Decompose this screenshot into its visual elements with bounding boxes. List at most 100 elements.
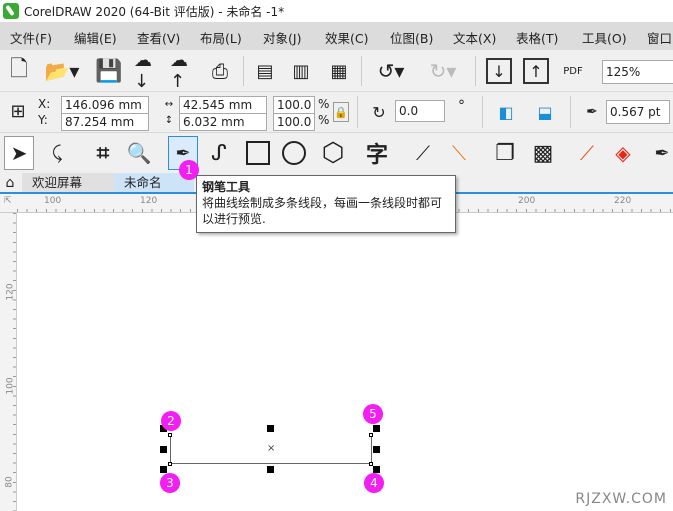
curve-node[interactable] <box>369 433 373 437</box>
pick-tool-icon[interactable]: ➤ <box>4 136 34 170</box>
curve-segment[interactable] <box>170 435 171 464</box>
connector-tool-icon[interactable]: ⟍ <box>444 137 474 169</box>
width-icon: ↔ <box>164 98 174 110</box>
open-folder-icon[interactable]: 📂▾ <box>42 58 82 84</box>
menu-table[interactable]: 表格(T) <box>516 28 558 47</box>
selection-handle[interactable] <box>267 425 274 432</box>
crop-tool-icon[interactable]: ⌗ <box>88 137 118 169</box>
copy-icon[interactable]: ▥ <box>288 58 314 84</box>
outline-width-field[interactable]: 0.567 pt <box>606 100 670 124</box>
tooltip-title: 钢笔工具 <box>202 180 251 194</box>
separator <box>475 56 476 86</box>
tooltip-body: 将曲线绘制成多条线段，每画一条线段时都可以进行预览. <box>202 196 443 226</box>
selection-handle[interactable] <box>373 425 380 432</box>
step-badge: 5 <box>363 404 383 424</box>
rectangle-tool-icon[interactable] <box>246 141 270 165</box>
separator <box>243 56 244 86</box>
menu-layout[interactable]: 布局(L) <box>200 28 242 47</box>
height-icon: ↕ <box>164 114 174 126</box>
menu-window[interactable]: 窗口 <box>647 28 672 47</box>
separator <box>357 96 358 128</box>
selection-handle[interactable] <box>373 446 380 453</box>
interactive-fill-tool-icon[interactable]: ◈ <box>608 137 638 169</box>
ellipse-tool-icon[interactable] <box>282 141 306 165</box>
cloud-upload-icon[interactable]: ☁↑ <box>170 50 196 92</box>
height-field[interactable]: 6.032 mm <box>179 113 267 131</box>
ruler-tick-label: 120 <box>140 196 158 206</box>
vertical-ruler[interactable]: 120 100 80 <box>0 213 17 511</box>
menu-edit[interactable]: 编辑(E) <box>74 28 117 47</box>
smart-fill-tool-icon[interactable]: ✒ <box>650 137 673 169</box>
ruler-tick-label: 220 <box>614 196 632 206</box>
curve-node[interactable] <box>168 462 172 466</box>
scale-width-field[interactable]: 100.0 <box>273 96 315 114</box>
separator <box>570 96 571 128</box>
percent-label: % <box>318 113 330 127</box>
drop-shadow-tool-icon[interactable]: ❐ <box>490 137 520 169</box>
shape-tool-icon[interactable]: ⤹ <box>42 137 72 169</box>
print-icon[interactable]: ⎙ <box>207 58 233 84</box>
curve-segment[interactable] <box>371 435 372 464</box>
menu-bar: 文件(F) 编辑(E) 查看(V) 布局(L) 对象(J) 效果(C) 位图(B… <box>0 22 673 50</box>
publish-pdf-icon[interactable]: PDF <box>558 58 588 84</box>
export-icon[interactable]: ↑ <box>523 58 549 84</box>
menu-bitmaps[interactable]: 位图(B) <box>390 28 433 47</box>
home-icon[interactable]: ⌂ <box>2 175 18 191</box>
ruler-origin-icon: ⇱ <box>4 196 12 206</box>
transparency-tool-icon[interactable]: ▩ <box>528 137 558 169</box>
mirror-vertical-icon[interactable]: ⬓ <box>532 100 558 124</box>
title-bar: CorelDRAW 2020 (64-Bit 评估版) - 未命名 -1* <box>0 0 673 22</box>
x-label: X: <box>38 97 51 111</box>
selection-handle[interactable] <box>160 466 167 473</box>
rotation-angle-field[interactable]: 0.0 <box>395 100 445 122</box>
zoom-level-field[interactable]: 125% <box>602 60 673 84</box>
freehand-tool-icon[interactable]: ᔑ <box>204 137 234 169</box>
scale-height-field[interactable]: 100.0 <box>273 113 315 131</box>
redo-icon[interactable]: ↻▾ <box>420 58 466 84</box>
menu-file[interactable]: 文件(F) <box>10 28 52 47</box>
menu-object[interactable]: 对象(J) <box>263 28 301 47</box>
paste-icon[interactable]: ▦ <box>326 58 352 84</box>
eyedropper-tool-icon[interactable]: ⟋ <box>572 137 602 169</box>
coreldraw-logo-icon <box>3 3 19 19</box>
separator <box>361 56 362 86</box>
standard-toolbar: 🗋 📂▾ 💾 ☁↓ ☁↑ ⎙ ▤ ▥ ▦ ↺▾ ↻▾ ↓ ↑ PDF 125% <box>0 50 673 92</box>
polygon-tool-icon[interactable]: ⬡ <box>318 137 348 169</box>
curve-segment[interactable] <box>170 463 372 464</box>
menu-text[interactable]: 文本(X) <box>453 28 496 47</box>
tab-welcome-screen[interactable]: 欢迎屏幕 <box>22 173 114 192</box>
menu-effects[interactable]: 效果(C) <box>325 28 368 47</box>
text-tool-icon[interactable]: 字 <box>362 137 392 169</box>
separator <box>482 96 483 128</box>
drawing-canvas[interactable] <box>18 214 673 511</box>
outline-pen-icon: ✒ <box>586 104 598 120</box>
step-badge: 2 <box>161 411 181 431</box>
dimension-tool-icon[interactable]: ⟋ <box>408 137 438 169</box>
import-icon[interactable]: ↓ <box>486 58 512 84</box>
curve-node[interactable] <box>168 433 172 437</box>
selection-handle[interactable] <box>267 466 274 473</box>
y-position-field[interactable]: 87.254 mm <box>61 113 149 131</box>
window-title: CorelDRAW 2020 (64-Bit 评估版) - 未命名 -1* <box>24 4 285 19</box>
cloud-download-icon[interactable]: ☁↓ <box>134 50 160 92</box>
width-field[interactable]: 42.545 mm <box>179 96 267 114</box>
watermark: RJZXW.COM <box>575 491 667 507</box>
undo-icon[interactable]: ↺▾ <box>368 58 414 84</box>
menu-tools[interactable]: 工具(O) <box>582 28 627 47</box>
reference-point-icon[interactable]: ⊞ <box>6 98 30 124</box>
ruler-tick-label: 100 <box>44 196 62 206</box>
menu-view[interactable]: 查看(V) <box>137 28 180 47</box>
lock-ratio-icon[interactable]: 🔒 <box>333 102 349 122</box>
save-icon[interactable]: 💾 <box>95 58 122 84</box>
cut-icon[interactable]: ▤ <box>252 58 278 84</box>
x-position-field[interactable]: 146.096 mm <box>61 96 149 114</box>
ruler-tick-label: 200 <box>518 196 536 206</box>
toolbox: ➤ ⤹ ⌗ 🔍 ✒ ᔑ ⬡ 字 ⟋ ⟍ ❐ ▩ ⟋ ◈ ✒ <box>0 133 673 173</box>
zoom-tool-icon[interactable]: 🔍 <box>124 137 154 169</box>
selection-handle[interactable] <box>373 466 380 473</box>
mirror-horizontal-icon[interactable]: ◧ <box>493 100 519 124</box>
rotate-icon: ↻ <box>372 102 386 122</box>
step-badge: 3 <box>160 473 180 493</box>
selection-handle[interactable] <box>160 446 167 453</box>
new-document-icon[interactable]: 🗋 <box>6 57 32 84</box>
